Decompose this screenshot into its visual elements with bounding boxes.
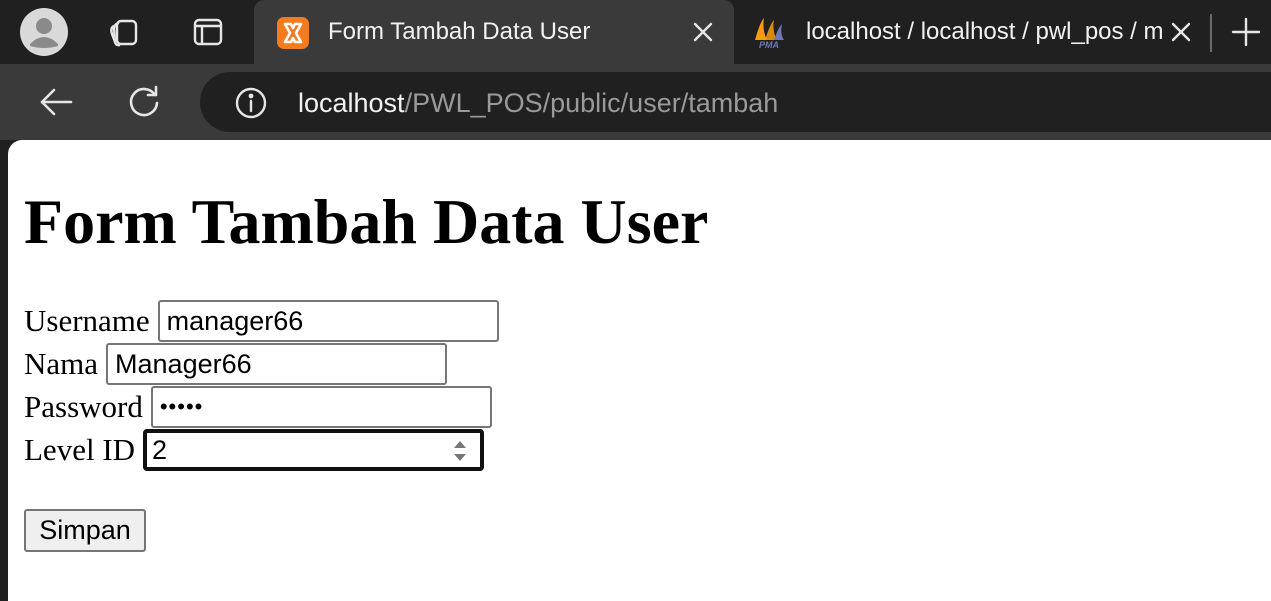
tab-actions-icon[interactable]	[190, 14, 226, 50]
simpan-button[interactable]: Simpan	[24, 509, 146, 552]
tab-title: localhost / localhost / pwl_pos / m	[806, 18, 1164, 45]
address-bar[interactable]: localhost/PWL_POS/public/user/tambah	[200, 72, 1271, 132]
new-tab-icon[interactable]	[1228, 14, 1264, 50]
close-tab-icon[interactable]	[689, 18, 717, 46]
phpmyadmin-icon: PMA	[752, 16, 786, 50]
level-id-row: Level ID 2	[24, 429, 485, 471]
password-input[interactable]: •••••	[150, 386, 492, 428]
password-row: Password •••••	[24, 386, 492, 428]
nama-value: Manager66	[115, 348, 252, 379]
svg-text:PMA: PMA	[759, 40, 779, 50]
site-info-icon[interactable]	[234, 86, 268, 120]
level-id-input[interactable]: 2	[143, 429, 485, 471]
username-value: manager66	[166, 305, 304, 336]
xampp-icon	[276, 16, 310, 50]
password-value: •••••	[159, 394, 204, 419]
reload-icon[interactable]	[124, 82, 164, 122]
password-label: Password	[24, 389, 143, 424]
level-id-value: 2	[152, 434, 168, 465]
username-input[interactable]: manager66	[157, 300, 499, 342]
url-path: /PWL_POS/public/user/tambah	[404, 88, 779, 118]
tab-form-tambah[interactable]: Form Tambah Data User	[254, 0, 734, 64]
number-spinner-icon[interactable]	[452, 438, 468, 464]
nama-label: Nama	[24, 346, 99, 381]
nama-row: Nama Manager66	[24, 343, 448, 385]
tab-strip: Form Tambah Data User PMA localhost / lo…	[0, 0, 1271, 64]
workspaces-icon[interactable]	[106, 14, 142, 50]
tab-title: Form Tambah Data User	[328, 18, 591, 45]
back-icon[interactable]	[36, 82, 76, 122]
page-content: Form Tambah Data User Username manager66…	[8, 140, 1271, 601]
navigation-bar: localhost/PWL_POS/public/user/tambah	[0, 64, 1271, 140]
profile-avatar-icon[interactable]	[20, 8, 68, 56]
close-tab-icon[interactable]	[1167, 18, 1195, 46]
nama-input[interactable]: Manager66	[106, 343, 448, 385]
tab-separator	[1210, 14, 1212, 52]
username-row: Username manager66	[24, 300, 499, 342]
username-label: Username	[24, 303, 150, 338]
url-host: localhost	[298, 88, 405, 118]
level-id-label: Level ID	[24, 432, 136, 467]
tab-phpmyadmin[interactable]: PMA localhost / localhost / pwl_pos / m	[738, 0, 1208, 64]
url-text: localhost/PWL_POS/public/user/tambah	[298, 86, 778, 120]
page-title: Form Tambah Data User	[24, 186, 709, 257]
